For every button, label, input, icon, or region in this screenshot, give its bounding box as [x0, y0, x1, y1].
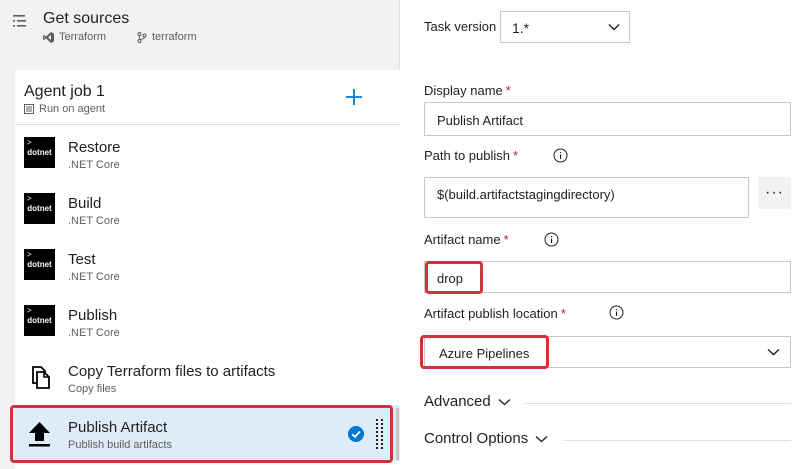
artifact-publish-location-label: Artifact publish location *: [424, 306, 566, 321]
task-name: Restore: [68, 139, 121, 156]
get-sources-title: Get sources: [43, 10, 130, 27]
path-to-publish-value: $(build.artifactstagingdirectory): [437, 187, 615, 202]
get-sources-branch: terraform: [137, 31, 197, 43]
display-name-value: Publish Artifact: [437, 113, 523, 128]
task-build[interactable]: > dotnet Build .NET Core: [15, 181, 400, 237]
pipeline-tasks-panel: Get sources Terraform terraform Agent jo…: [0, 0, 400, 469]
task-subtitle: Copy files: [68, 383, 117, 395]
task-copy-terraform-files[interactable]: Copy Terraform files to artifacts Copy f…: [15, 349, 400, 405]
get-sources-item[interactable]: Get sources Terraform terraform: [0, 0, 400, 60]
task-subtitle: .NET Core: [68, 159, 120, 171]
info-icon[interactable]: [553, 148, 568, 163]
task-name: Copy Terraform files to artifacts: [68, 363, 276, 380]
panel-scrollbar[interactable]: [396, 408, 399, 460]
agent-pool-icon: [24, 104, 34, 114]
control-options-section-label: Control Options: [424, 430, 529, 447]
chevron-down-icon: [767, 348, 780, 356]
task-name: Test: [68, 251, 96, 268]
task-subtitle: .NET Core: [68, 271, 120, 283]
agent-job-title: Agent job 1: [24, 83, 105, 100]
advanced-section-toggle[interactable]: Advanced: [424, 393, 511, 410]
task-list: > dotnet Restore .NET Core > dotnet Build …: [15, 125, 400, 469]
dotnet-icon: > dotnet: [24, 137, 55, 168]
browse-path-button[interactable]: ···: [758, 177, 791, 209]
required-marker: *: [513, 148, 519, 163]
info-icon[interactable]: [609, 305, 624, 320]
checkmark-icon[interactable]: [348, 426, 364, 442]
get-sources-icon: [13, 15, 26, 27]
path-to-publish-label: Path to publish *: [424, 148, 519, 163]
artifact-name-label: Artifact name *: [424, 232, 509, 247]
task-properties-panel: Task version 1.* Display name * Publish A…: [401, 0, 807, 469]
task-name: Publish: [68, 307, 118, 324]
path-to-publish-input[interactable]: $(build.artifactstagingdirectory): [424, 177, 749, 218]
upload-icon: [29, 422, 50, 447]
agent-job-subtitle: Run on agent: [24, 103, 105, 115]
task-publish-artifact[interactable]: Publish Artifact Publish build artifacts: [15, 405, 400, 461]
display-name-input[interactable]: Publish Artifact: [424, 102, 791, 136]
display-name-label: Display name *: [424, 83, 511, 98]
control-options-section-toggle[interactable]: Control Options: [424, 430, 548, 447]
branch-label: terraform: [152, 31, 197, 43]
task-version-select[interactable]: 1.*: [500, 11, 630, 43]
visual-studio-icon: [43, 31, 54, 43]
branch-icon: [137, 31, 147, 43]
task-test[interactable]: > dotnet Test .NET Core: [15, 237, 400, 293]
chevron-down-icon: [535, 435, 548, 442]
required-marker: *: [503, 232, 509, 247]
advanced-section-label: Advanced: [424, 393, 491, 410]
info-icon[interactable]: [544, 232, 559, 247]
agent-job-subtitle-text: Run on agent: [39, 103, 106, 115]
task-subtitle: .NET Core: [68, 215, 120, 227]
get-sources-repo: Terraform: [43, 31, 106, 43]
chevron-down-icon: [608, 24, 620, 31]
publish-location-highlight: [420, 335, 549, 369]
task-subtitle: .NET Core: [68, 327, 120, 339]
add-task-icon[interactable]: [343, 86, 365, 108]
task-restore[interactable]: > dotnet Restore .NET Core: [15, 125, 400, 181]
dotnet-icon: > dotnet: [24, 249, 55, 280]
required-marker: *: [505, 83, 511, 98]
artifact-name-highlight: [425, 261, 483, 294]
chevron-down-icon: [498, 398, 511, 405]
dotnet-icon: > dotnet: [24, 305, 55, 336]
task-version-value: 1.*: [512, 20, 530, 36]
required-marker: *: [560, 306, 566, 321]
drag-handle-icon[interactable]: [376, 419, 384, 449]
task-subtitle: Publish build artifacts: [68, 439, 172, 451]
section-divider: [563, 440, 791, 441]
dotnet-icon: > dotnet: [24, 193, 55, 224]
task-version-label: Task version: [424, 19, 497, 34]
agent-job[interactable]: Agent job 1 Run on agent: [15, 70, 400, 125]
task-publish[interactable]: > dotnet Publish .NET Core: [15, 293, 400, 349]
repo-type-label: Terraform: [59, 31, 107, 43]
copy-files-icon: [32, 366, 50, 389]
task-name: Build: [68, 195, 102, 212]
task-name: Publish Artifact: [68, 419, 168, 436]
section-divider: [525, 403, 791, 404]
